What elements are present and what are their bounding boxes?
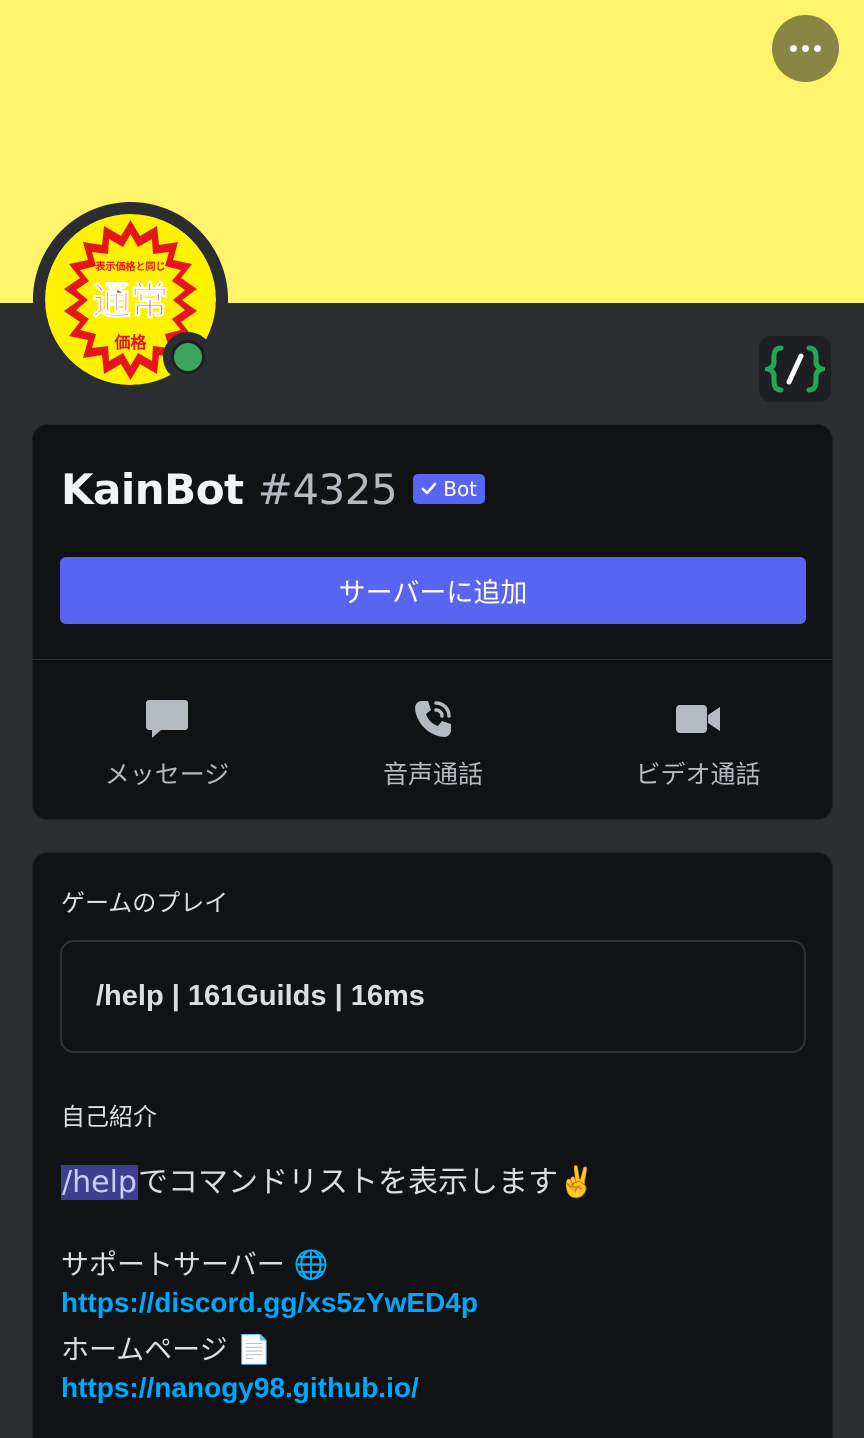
username: KainBot — [61, 464, 244, 514]
bot-tag: Bot — [413, 474, 486, 504]
more-icon — [790, 45, 797, 52]
video-call-button[interactable]: ビデオ通話 — [598, 693, 798, 791]
activity-box[interactable]: /help | 161Guilds | 16ms — [60, 940, 806, 1053]
message-icon — [146, 700, 188, 738]
online-status-dot — [171, 340, 205, 374]
avatar-text-bottom: 価格 — [113, 333, 147, 352]
info-card: ゲームのプレイ /help | 161Guilds | 16ms 自己紹介 /h… — [32, 852, 833, 1438]
activity-text: /help | 161Guilds | 16ms — [96, 980, 425, 1012]
about-section-title: 自己紹介 — [61, 1103, 157, 1131]
about-line-1-text: でコマンドリストを表示します✌️ — [137, 1165, 596, 1200]
bot-tag-label: Bot — [443, 477, 478, 501]
more-options-button[interactable] — [772, 15, 839, 82]
voice-call-button[interactable]: 音声通話 — [333, 693, 533, 791]
avatar-text-middle: 通常 — [92, 279, 168, 323]
message-button[interactable]: メッセージ — [67, 693, 267, 791]
avatar-text-top: 表示価格と同じ — [95, 260, 166, 273]
about-line-1: /helpでコマンドリストを表示します✌️ — [61, 1157, 595, 1201]
divider — [33, 659, 832, 660]
name-row: KainBot #4325 Bot — [61, 463, 486, 515]
video-call-label: ビデオ通話 — [635, 760, 761, 789]
support-server-label: サポートサーバー 🌐 — [61, 1248, 329, 1281]
voice-call-icon — [415, 701, 451, 737]
avatar-frame: 表示価格と同じ 通常 価格 — [33, 202, 228, 397]
voice-call-label: 音声通話 — [382, 760, 483, 789]
status-indicator — [163, 332, 213, 382]
support-server-link[interactable]: https://discord.gg/xs5zYwED4p — [61, 1287, 478, 1319]
playing-section-title: ゲームのプレイ — [61, 889, 229, 917]
slash-commands-icon — [765, 345, 825, 393]
homepage-link[interactable]: https://nanogy98.github.io/ — [61, 1372, 419, 1404]
homepage-label: ホームページ 📄 — [61, 1333, 272, 1366]
profile-card: KainBot #4325 Bot サーバーに追加 メッセージ 音声通話 ビデオ… — [32, 424, 833, 820]
add-to-server-button[interactable]: サーバーに追加 — [60, 557, 806, 624]
verified-check-icon — [421, 482, 437, 495]
video-call-icon — [676, 705, 720, 733]
discriminator: #4325 — [257, 464, 398, 514]
slash-commands-badge[interactable] — [759, 336, 831, 402]
message-label: メッセージ — [104, 760, 230, 789]
help-command[interactable]: /help — [61, 1165, 138, 1200]
